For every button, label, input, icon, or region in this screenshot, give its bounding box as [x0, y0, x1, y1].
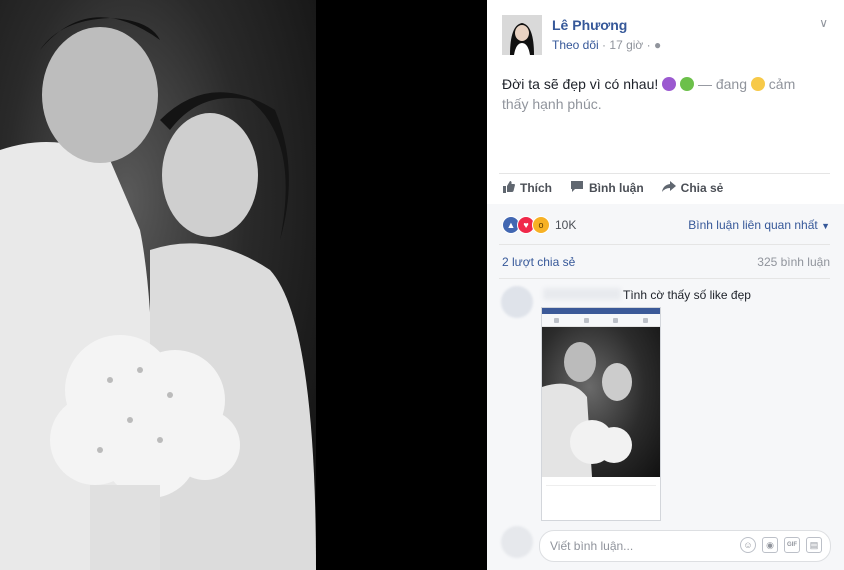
wedding-photo[interactable] — [0, 0, 316, 570]
mood-prefix: — đang — [697, 76, 747, 92]
post-meta: Theo dõi · 17 giờ · ● — [552, 38, 661, 52]
follow-link[interactable]: Theo dõi — [552, 38, 599, 52]
post-sidebar: Lê Phương Theo dõi · 17 giờ · ● ∨ Đời ta… — [487, 0, 844, 570]
wow-icon: o — [532, 216, 550, 234]
green-heart-icon — [680, 77, 695, 91]
meta-separator: · — [646, 38, 654, 52]
divider — [499, 244, 830, 245]
comment-text: Tình cờ thấy số like đẹp — [623, 288, 751, 302]
composer-icons: ☺ ◉ GIF ▤ — [740, 537, 822, 553]
commenter-avatar[interactable] — [501, 286, 533, 318]
post-actions: Thích Bình luận Chia sẻ — [502, 180, 723, 196]
status-text: Đời ta sẽ đẹp vì có nhau! — [502, 76, 659, 92]
caret-down-icon: ▼ — [821, 221, 830, 231]
attachment-photo — [542, 327, 660, 477]
share-label: Chia sẻ — [680, 181, 724, 195]
feedback-section: ▲ ♥ o 10K Bình luận liên quan nhất ▼ 2 l… — [487, 204, 844, 570]
reactions-summary[interactable]: ▲ ♥ o 10K — [502, 216, 576, 234]
gif-icon[interactable]: GIF — [784, 537, 800, 553]
smiley-icon[interactable]: ☺ — [740, 537, 756, 553]
comment-count[interactable]: 325 bình luận — [757, 255, 830, 269]
sort-label: Bình luận liên quan nhất — [688, 218, 818, 232]
reactions-count: 10K — [555, 218, 577, 232]
comment-button[interactable]: Bình luận — [570, 180, 644, 196]
commenter-name[interactable] — [543, 288, 621, 300]
share-count[interactable]: 2 lượt chia sẻ — [502, 255, 575, 269]
share-icon — [661, 180, 676, 196]
globe-icon: ● — [653, 38, 662, 52]
author-avatar[interactable] — [502, 15, 542, 55]
author-name[interactable]: Lê Phương — [552, 17, 627, 33]
comment-input[interactable] — [548, 538, 722, 554]
smiley-icon — [750, 77, 765, 91]
post-time[interactable]: 17 giờ — [609, 38, 643, 52]
attachment-footer — [542, 477, 660, 498]
sticker-icon[interactable]: ▤ — [806, 537, 822, 553]
like-button[interactable]: Thích — [502, 180, 552, 196]
like-label: Thích — [520, 181, 552, 195]
comment-sort-dropdown[interactable]: Bình luận liên quan nhất ▼ — [688, 218, 830, 232]
user-avatar — [501, 526, 533, 558]
thumbs-up-icon — [502, 180, 515, 196]
photo-viewer — [0, 0, 487, 570]
purple-heart-icon — [662, 77, 677, 91]
phone-nav-bar — [542, 314, 660, 327]
camera-icon[interactable]: ◉ — [762, 537, 778, 553]
comment-composer: ☺ ◉ GIF ▤ — [539, 530, 831, 562]
divider — [499, 173, 830, 174]
post-status: Đời ta sẽ đẹp vì có nhau! — đang cảm thấ… — [502, 74, 822, 114]
comment-attachment-image[interactable] — [541, 307, 661, 521]
photo-illustration — [0, 17, 316, 570]
share-button[interactable]: Chia sẻ — [661, 180, 724, 196]
comment-label: Bình luận — [589, 181, 644, 195]
divider — [499, 278, 830, 279]
chevron-down-icon[interactable]: ∨ — [819, 16, 828, 30]
comment-icon — [570, 180, 584, 196]
